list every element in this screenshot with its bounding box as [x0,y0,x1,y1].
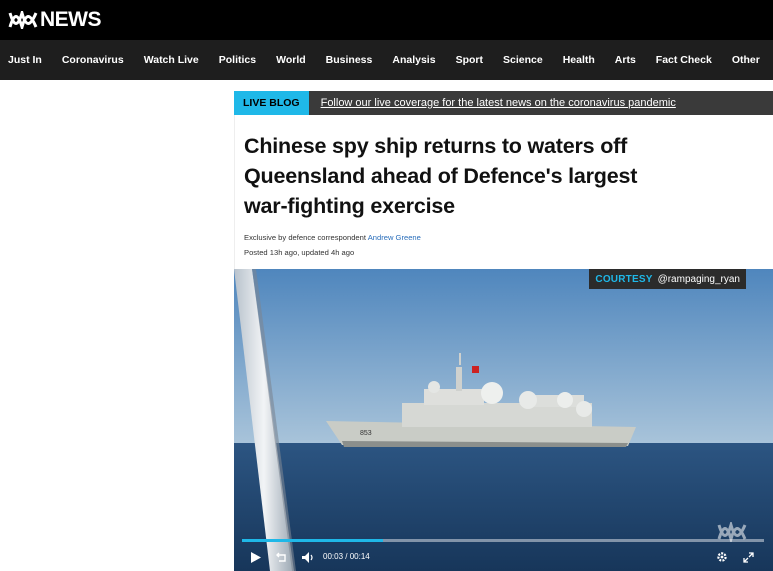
time-separator: / [345,552,348,561]
video-controls: 00:03 / 00:14 [234,546,773,568]
article-header: Chinese spy ship returns to waters off Q… [234,115,773,269]
volume-icon [301,551,313,563]
nav-item-health[interactable]: Health [555,40,603,80]
nav-item-business[interactable]: Business [318,40,381,80]
byline-prefix: Exclusive by defence correspondent [244,233,368,242]
video-progress-fill [242,539,383,542]
logo-text: NEWS [40,8,102,31]
video-player[interactable]: 853 COURTESY @rampaging_ryan 00:03 / 00:… [234,269,773,571]
gear-icon [717,552,727,562]
article-byline: Exclusive by defence correspondent Andre… [244,233,421,242]
courtesy-handle: @rampaging_ryan [657,273,740,285]
video-frame: 853 [234,269,773,571]
video-progress-bar[interactable] [242,539,764,542]
article-timestamp: Posted 13h ago, updated 4h ago [244,248,355,257]
nav-item-science[interactable]: Science [495,40,551,80]
fullscreen-icon [742,551,754,563]
live-blog-link[interactable]: Follow our live coverage for the latest … [321,97,676,109]
play-icon [251,551,261,563]
duration: 00:14 [349,552,370,561]
main-nav: Just In Coronavirus Watch Live Politics Worl… [0,40,773,80]
nav-item-just-in[interactable]: Just In [0,40,50,80]
abc-news-logo[interactable]: NEWS [8,8,102,31]
abc-logo-icon [8,11,38,29]
nav-item-world[interactable]: World [268,40,314,80]
video-time: 00:03 / 00:14 [323,552,370,561]
nav-item-other[interactable]: Other [724,40,768,80]
courtesy-credit: COURTESY @rampaging_ryan [589,269,746,289]
nav-item-arts[interactable]: Arts [607,40,644,80]
replay-icon [276,552,286,562]
nav-item-coronavirus[interactable]: Coronavirus [54,40,132,80]
nav-item-watch-live[interactable]: Watch Live [136,40,207,80]
live-blog-banner[interactable]: LIVE BLOG Follow our live coverage for t… [234,91,773,115]
fullscreen-button[interactable] [740,546,756,568]
author-link[interactable]: Andrew Greene [368,233,421,242]
nav-item-politics[interactable]: Politics [211,40,264,80]
settings-button[interactable] [714,546,730,568]
play-button[interactable] [248,546,264,568]
nav-item-sport[interactable]: Sport [448,40,491,80]
hull-number: 853 [360,430,372,437]
replay-button[interactable] [274,546,290,568]
article-headline: Chinese spy ship returns to waters off Q… [244,134,638,218]
current-time: 00:03 [323,552,344,561]
courtesy-label: COURTESY [595,273,653,285]
live-blog-tag: LIVE BLOG [234,91,309,115]
nav-item-fact-check[interactable]: Fact Check [648,40,720,80]
volume-button[interactable] [300,546,316,568]
nav-item-analysis[interactable]: Analysis [384,40,443,80]
top-bar: NEWS [0,0,773,40]
